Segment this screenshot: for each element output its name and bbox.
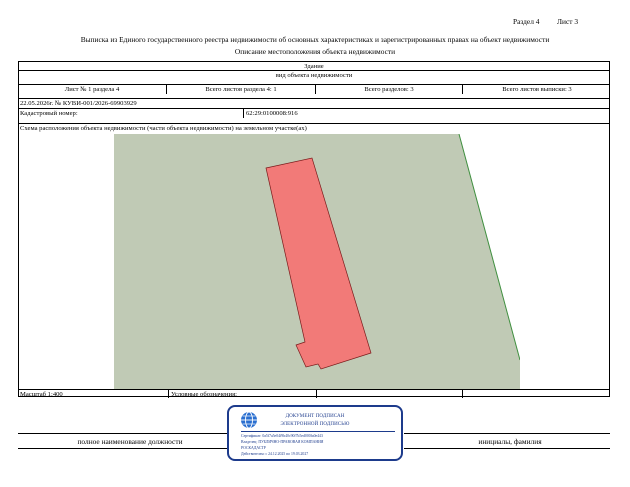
scheme-caption-row: Схема расположения объекта недвижимости … [19,123,609,133]
name-label: инициалы, фамилия [478,437,542,446]
section-number: Раздел 4 [513,17,540,26]
stamp-owner: Владелец: ПУБЛИЧНО-ПРАВОВАЯ КОМПАНИЯ [241,440,324,444]
legend-label: Условные обозначения: [171,390,237,398]
stamp-divider [241,431,395,432]
electronic-signature-stamp: ДОКУМЕНТ ПОДПИСАН ЭЛЕКТРОННОЙ ПОДПИСЬЮ С… [227,405,403,461]
stamp-line2: ЭЛЕКТРОННОЙ ПОДПИСЬЮ [280,422,350,427]
total-sheets-section: Всего листов раздела 4: 1 [205,86,277,93]
scale-label: Масштаб 1:400 [20,390,63,398]
position-line [18,433,228,434]
cadastral-row: Кадастровый номер: 62:29:0100008:916 [19,108,609,118]
date-number: 22.05.2026г. № КУВИ-001/2026-69903929 [20,100,137,107]
site-plan-scheme [114,134,520,389]
object-type-caption-row: вид объекта недвижимости [19,70,609,80]
document-title: Выписка из Единого государственного реес… [80,35,550,44]
position-label: полное наименование должности [77,437,183,446]
stamp-certificate: Сертификат: 0a5f7a5e04f9b40c90f7b5ed000f… [241,434,323,438]
name-line [404,433,610,434]
name-underline [404,448,610,449]
document-subtitle: Описание местоположения объекта недвижим… [234,47,396,56]
stamp-line1: ДОКУМЕНТ ПОДПИСАН [285,414,345,419]
sheet-in-section: Лист № 1 раздела 4 [64,86,120,93]
total-sheets: Всего листов выписки: 3 [502,86,572,93]
cadastral-label: Кадастровый номер: [20,110,78,117]
stamp-validity: Действителен: с 24.12.2025 по 19.03.2027 [241,452,309,456]
sheet-info-row: Лист № 1 раздела 4 Всего листов раздела … [19,84,609,94]
cadastral-number: 62:29:0100008:916 [246,110,298,117]
site-plan-svg [114,134,520,389]
position-underline [18,448,228,449]
date-number-row: 22.05.2026г. № КУВИ-001/2026-69903929 [19,98,609,108]
sheet-number: Лист 3 [557,17,579,26]
object-type: Здание [304,62,324,70]
scheme-caption: Схема расположения объекта недвижимости … [20,125,307,132]
scale-row: Масштаб 1:400 Условные обозначения: [19,389,609,398]
object-type-caption: вид объекта недвижимости [275,72,353,79]
stamp-organization: РОСКАДАСТР [241,446,266,450]
total-sections: Всего разделов: 3 [364,86,414,93]
